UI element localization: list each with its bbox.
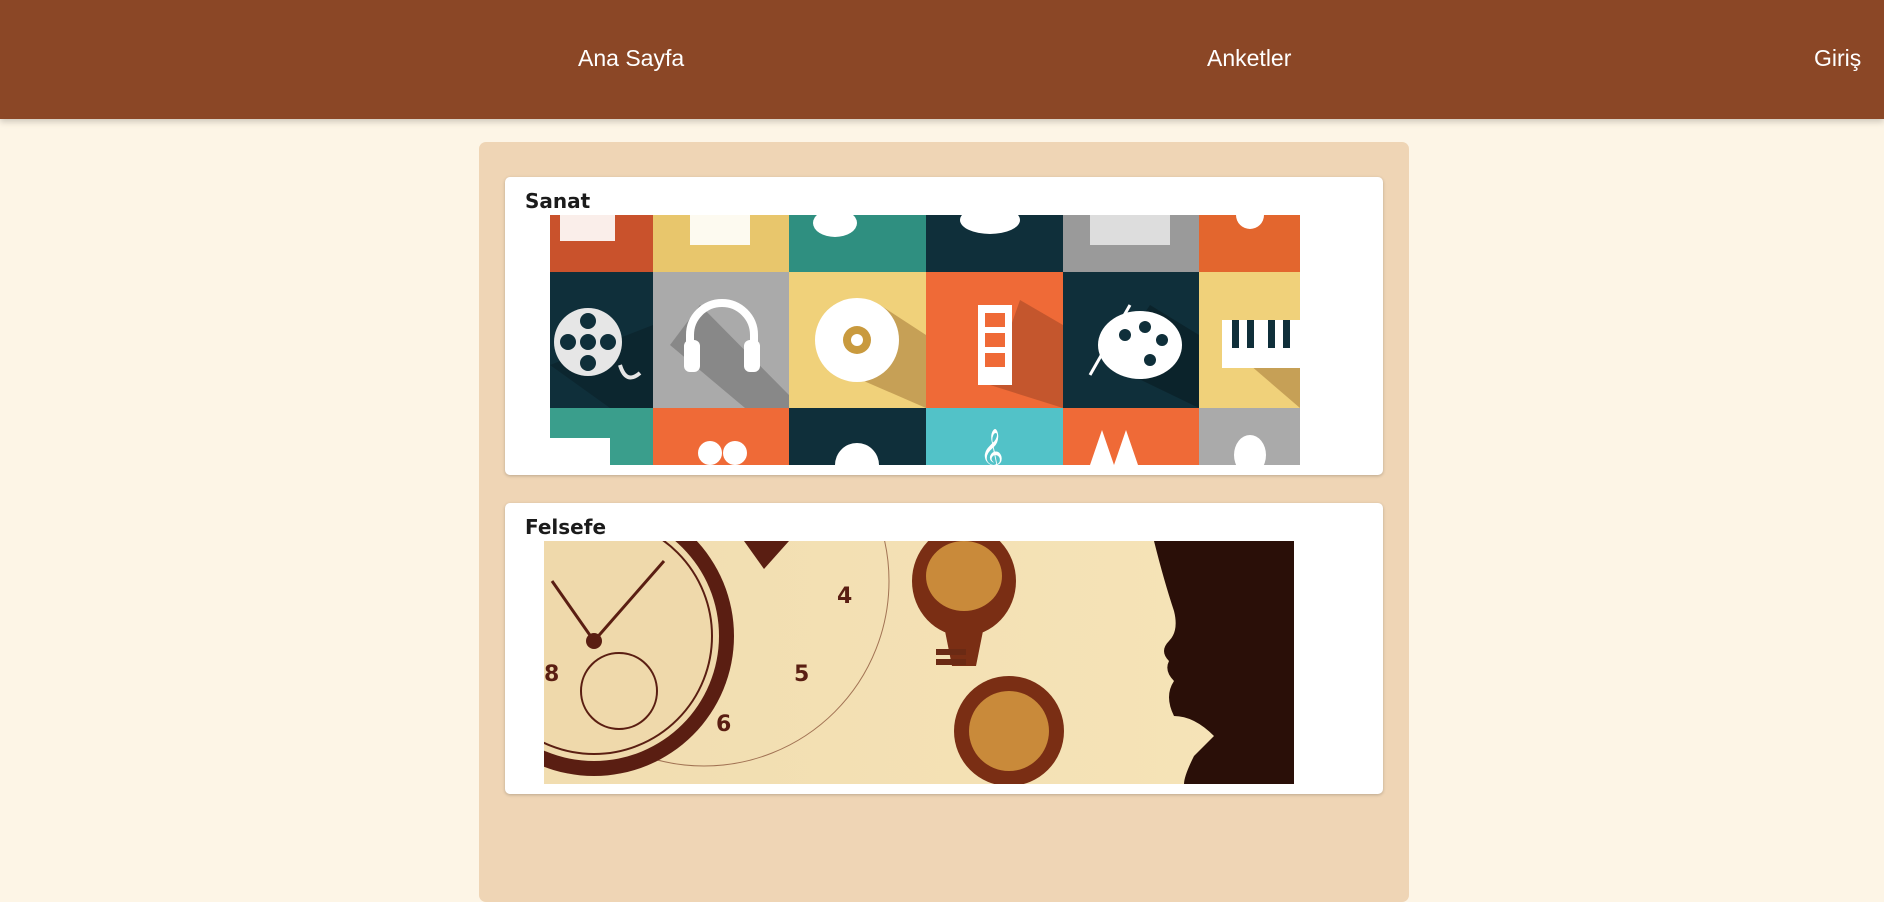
philosophy-clock-brain-image: 4 5 6 8: [544, 541, 1294, 784]
svg-text:4: 4: [837, 584, 852, 609]
categories-panel: Sanat 𝄞 Felsefe 4 5 6 8: [479, 142, 1409, 902]
top-navigation-bar: Ana Sayfa Anketler Giriş: [0, 0, 1884, 119]
svg-text:6: 6: [716, 712, 731, 737]
category-card-sanat[interactable]: Sanat 𝄞: [505, 177, 1383, 475]
svg-text:8: 8: [544, 662, 559, 687]
category-title: Sanat: [525, 189, 591, 213]
category-card-felsefe[interactable]: Felsefe 4 5 6 8: [505, 503, 1383, 794]
nav-surveys-link[interactable]: Anketler: [1207, 43, 1291, 73]
nav-home-link[interactable]: Ana Sayfa: [578, 43, 684, 73]
svg-text:𝄞: 𝄞: [980, 429, 1004, 465]
art-icons-collage-image: 𝄞: [550, 215, 1300, 465]
category-title: Felsefe: [525, 515, 607, 539]
svg-text:5: 5: [794, 662, 809, 687]
nav-login-link[interactable]: Giriş: [1814, 43, 1861, 73]
